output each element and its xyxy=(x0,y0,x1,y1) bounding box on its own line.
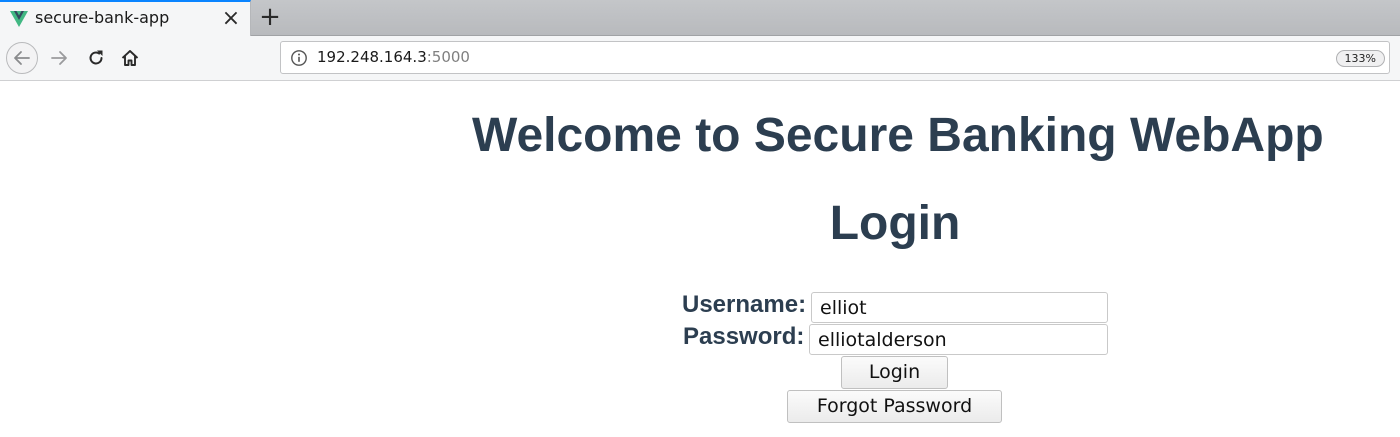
password-label: Password: xyxy=(683,323,805,350)
navigation-toolbar: 192.248.164.3:5000 133% xyxy=(0,36,1400,81)
url-port: :5000 xyxy=(426,48,470,66)
arrow-right-icon xyxy=(51,51,67,65)
close-icon[interactable]: × xyxy=(221,8,241,30)
url-text: 192.248.164.3:5000 xyxy=(317,48,470,66)
username-input[interactable] xyxy=(811,292,1108,323)
tab-title: secure-bank-app xyxy=(35,8,170,27)
login-title-text: Login xyxy=(829,197,961,250)
home-button[interactable] xyxy=(114,42,146,74)
login-title: Login xyxy=(0,196,1400,251)
reload-icon xyxy=(89,50,103,65)
home-icon xyxy=(121,50,139,66)
forgot-password-button[interactable]: Forgot Password xyxy=(787,390,1002,423)
page-content: Welcome to Secure Banking WebApp Login U… xyxy=(0,82,1400,437)
zoom-level-badge[interactable]: 133% xyxy=(1335,50,1385,67)
password-input[interactable] xyxy=(809,324,1108,355)
back-button[interactable] xyxy=(6,42,38,74)
new-tab-button[interactable]: + xyxy=(257,3,283,31)
username-label: Username: xyxy=(682,291,807,318)
url-host: 192.248.164.3 xyxy=(317,48,427,66)
tab-strip: secure-bank-app × + xyxy=(0,0,1400,36)
login-button[interactable]: Login xyxy=(841,356,948,389)
address-bar[interactable]: 192.248.164.3:5000 133% xyxy=(280,41,1390,74)
info-icon[interactable] xyxy=(290,49,308,67)
arrow-left-icon xyxy=(14,51,30,65)
vue-logo-icon xyxy=(10,11,28,27)
reload-button[interactable] xyxy=(80,42,112,74)
forward-button[interactable] xyxy=(43,42,75,74)
page-heading: Welcome to Secure Banking WebApp xyxy=(472,109,1324,162)
browser-tab[interactable]: secure-bank-app × xyxy=(0,0,251,36)
